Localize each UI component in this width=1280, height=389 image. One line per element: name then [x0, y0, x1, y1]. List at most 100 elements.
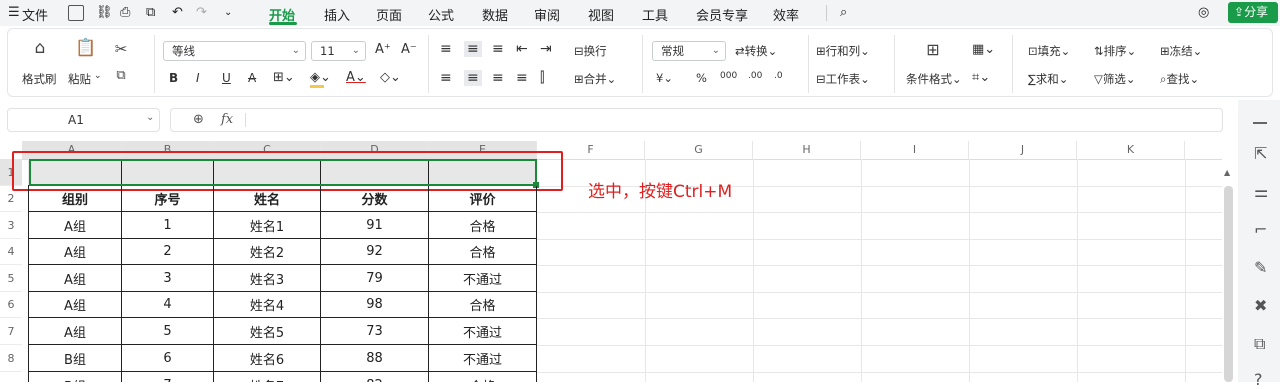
- format-painter-icon[interactable]: ⌂: [30, 38, 50, 58]
- fill-button[interactable]: ⊡填充⌄: [1028, 43, 1070, 59]
- find-button[interactable]: ⌕查找⌄: [1160, 71, 1199, 87]
- table-cell[interactable]: 73: [321, 318, 429, 345]
- col-header-g[interactable]: G: [645, 141, 753, 159]
- tab-formula[interactable]: 公式: [428, 5, 454, 24]
- clear-format-icon[interactable]: ◇⌄: [380, 70, 401, 85]
- table-cell[interactable]: 姓名7: [214, 372, 321, 382]
- percent-icon[interactable]: %: [696, 71, 707, 85]
- crop-icon[interactable]: ⌐: [1254, 220, 1267, 239]
- tab-insert[interactable]: 插入: [324, 5, 350, 24]
- currency-icon[interactable]: ¥⌄: [656, 71, 673, 85]
- link-icon[interactable]: ⛓: [96, 5, 113, 20]
- conditional-format-button[interactable]: 条件格式⌄: [906, 71, 962, 87]
- font-name-select[interactable]: 等线 ⌄: [163, 41, 306, 61]
- tab-data[interactable]: 数据: [482, 5, 508, 24]
- menu-file[interactable]: 文件: [22, 5, 48, 24]
- tab-tools[interactable]: 工具: [642, 5, 668, 24]
- table-cell[interactable]: 姓名1: [214, 212, 321, 239]
- font-color-icon[interactable]: A⌄: [346, 70, 366, 85]
- table-cell[interactable]: 88: [321, 345, 429, 372]
- table-cell[interactable]: 不通过: [429, 265, 537, 292]
- table-cell[interactable]: A组: [28, 212, 122, 239]
- table-cell[interactable]: 92: [321, 239, 429, 265]
- quick-access-chevron-icon[interactable]: ⌄: [224, 7, 232, 18]
- search-icon[interactable]: ⌕: [840, 5, 847, 20]
- table-cell[interactable]: A组: [28, 239, 122, 265]
- row-col-button[interactable]: ⊞行和列⌄: [816, 43, 870, 59]
- table-cell[interactable]: A组: [28, 318, 122, 345]
- decrease-indent-icon[interactable]: ⇤: [516, 41, 528, 57]
- table-cell[interactable]: A组: [28, 292, 122, 318]
- table-cell[interactable]: 姓名2: [214, 239, 321, 265]
- table-cell[interactable]: 姓名6: [214, 345, 321, 372]
- merge-button[interactable]: ⊞合并⌄: [574, 71, 616, 87]
- col-header-k[interactable]: K: [1077, 141, 1185, 159]
- table-cell[interactable]: 姓名4: [214, 292, 321, 318]
- tab-efficiency[interactable]: 效率: [773, 5, 799, 24]
- print-preview-icon[interactable]: ⧉: [146, 5, 155, 20]
- number-format-select[interactable]: 常规 ⌄: [652, 41, 726, 61]
- align-top-icon[interactable]: ≡: [440, 41, 452, 57]
- table-header-rating[interactable]: 评价: [429, 186, 537, 212]
- increase-indent-icon[interactable]: ⇥: [540, 41, 552, 57]
- print-icon[interactable]: ⎙: [120, 5, 130, 20]
- table-cell[interactable]: A组: [28, 265, 122, 292]
- cell-style-icon[interactable]: ⌗⌄: [972, 70, 990, 85]
- thousands-icon[interactable]: 000: [720, 71, 737, 81]
- align-right-icon[interactable]: ≡: [492, 70, 504, 86]
- settings-sliders-icon[interactable]: ⚌: [1254, 182, 1268, 201]
- tab-member[interactable]: 会员专享: [696, 5, 748, 24]
- col-header-h[interactable]: H: [753, 141, 861, 159]
- col-header-j[interactable]: J: [969, 141, 1077, 159]
- table-cell[interactable]: 6: [122, 345, 214, 372]
- name-box[interactable]: A1 ⌄: [7, 108, 160, 132]
- spreadsheet-grid[interactable]: A B C D E F G H I J K 1 2 3 4 5 6 7 8 组别…: [0, 141, 1222, 382]
- document-icon[interactable]: [68, 5, 84, 21]
- format-painter-button[interactable]: 格式刷: [22, 71, 57, 87]
- table-header-name[interactable]: 姓名: [214, 186, 321, 212]
- decrease-decimal-icon[interactable]: .0: [774, 71, 783, 81]
- sum-button[interactable]: ∑求和⌄: [1028, 71, 1068, 87]
- row-header-4[interactable]: 4: [0, 239, 22, 265]
- cursor-select-icon[interactable]: ⇱: [1254, 144, 1267, 163]
- table-cell[interactable]: 5: [122, 318, 214, 345]
- table-cell[interactable]: 2: [122, 239, 214, 265]
- table-cell[interactable]: 姓名3: [214, 265, 321, 292]
- paste-chevron-icon[interactable]: ⌄: [94, 71, 102, 81]
- redo-icon[interactable]: ↷: [196, 5, 207, 20]
- border-icon[interactable]: ⊞⌄: [273, 70, 295, 85]
- italic-button[interactable]: I: [196, 71, 200, 85]
- decrease-font-icon[interactable]: A⁻: [401, 42, 417, 57]
- edit-chart-icon[interactable]: ✎: [1254, 258, 1267, 277]
- comment-icon[interactable]: ◎: [1198, 5, 1209, 20]
- row-header-5[interactable]: 5: [0, 265, 22, 292]
- tab-review[interactable]: 审阅: [534, 5, 560, 24]
- table-cell[interactable]: B组: [28, 345, 122, 372]
- align-center-icon[interactable]: ≡: [464, 70, 482, 86]
- table-cell[interactable]: 82: [321, 372, 429, 382]
- hamburger-icon[interactable]: ☰: [8, 5, 20, 20]
- formula-bar[interactable]: ⊕ fx: [170, 108, 1223, 132]
- convert-button[interactable]: ⇄转换⌄: [735, 43, 777, 59]
- fill-color-icon[interactable]: ◈⌄: [310, 70, 331, 85]
- table-cell[interactable]: 合格: [429, 292, 537, 318]
- tab-page[interactable]: 页面: [376, 5, 402, 24]
- row-header-8[interactable]: 8: [0, 345, 22, 372]
- paste-icon[interactable]: 📋: [75, 38, 96, 58]
- align-middle-icon[interactable]: ≡: [464, 41, 482, 57]
- table-cell[interactable]: 4: [122, 292, 214, 318]
- justify-icon[interactable]: ≡: [516, 70, 528, 86]
- table-cell[interactable]: 不通过: [429, 318, 537, 345]
- col-header-i[interactable]: I: [861, 141, 969, 159]
- paste-button[interactable]: 粘贴: [68, 71, 91, 87]
- table-cell[interactable]: 合格: [429, 239, 537, 265]
- table-style-icon[interactable]: ▦⌄: [972, 42, 995, 57]
- increase-decimal-icon[interactable]: .00: [748, 71, 762, 81]
- row-header-3[interactable]: 3: [0, 212, 22, 239]
- align-bottom-icon[interactable]: ≡: [492, 41, 504, 57]
- wrap-text-button[interactable]: ⊟换行: [574, 43, 607, 59]
- worksheet-button[interactable]: ⊟工作表⌄: [816, 71, 870, 87]
- undo-icon[interactable]: ↶: [172, 5, 183, 20]
- table-cell[interactable]: 1: [122, 212, 214, 239]
- table-header-number[interactable]: 序号: [122, 186, 214, 212]
